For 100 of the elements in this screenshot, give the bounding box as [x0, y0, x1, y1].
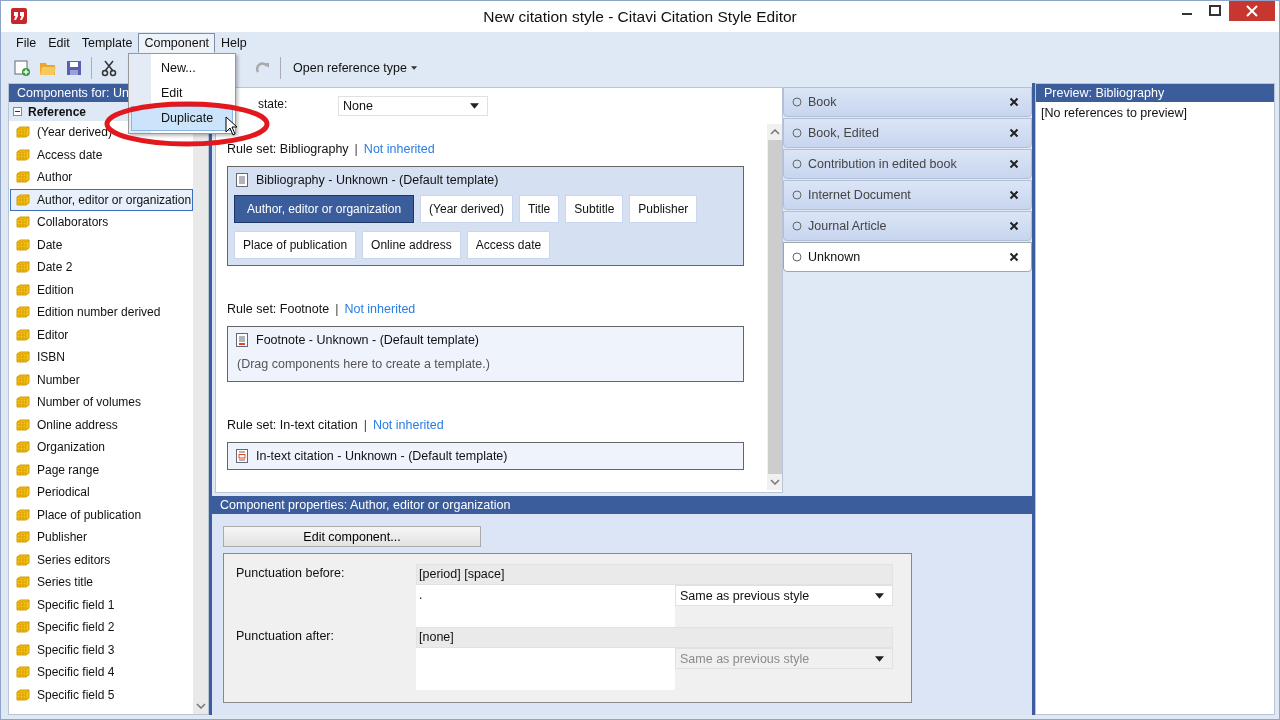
component-chip[interactable]: (Year derived): [420, 195, 514, 223]
new-document-icon[interactable]: [13, 59, 31, 77]
component-list-item[interactable]: Specific field 3: [10, 638, 193, 661]
cube-icon: [16, 643, 30, 656]
not-inherited-link[interactable]: Not inherited: [372, 418, 444, 432]
reference-type-tab[interactable]: Journal Article: [783, 211, 1032, 241]
punctuation-summary: [period] [space]: [416, 564, 893, 585]
close-icon[interactable]: [1009, 128, 1019, 138]
component-list-item[interactable]: Editor: [10, 323, 193, 346]
component-chip[interactable]: Title: [519, 195, 560, 223]
close-icon[interactable]: [1009, 159, 1019, 169]
caret-icon: [875, 592, 884, 599]
field-label: Punctuation after:: [236, 628, 335, 645]
menu-item[interactable]: File: [10, 32, 43, 53]
caret-icon: [470, 103, 479, 109]
document-icon: [236, 173, 248, 187]
component-list-item[interactable]: Organization: [10, 436, 193, 459]
template-title: Footnote - Unknown - (Default template): [256, 333, 480, 347]
cube-icon: [16, 508, 30, 521]
reference-type-tab[interactable]: Book, Edited: [783, 118, 1032, 148]
component-list-item[interactable]: Collaborators: [10, 211, 193, 234]
template-title: In-text citation - Unknown - (Default template): [256, 449, 508, 463]
not-inherited-link[interactable]: Not inherited: [363, 142, 435, 156]
component-list-item[interactable]: Edition number derived: [10, 301, 193, 324]
close-icon[interactable]: [1009, 221, 1019, 231]
cube-icon: [16, 486, 30, 499]
component-list-item[interactable]: Author, editor or organization: [10, 188, 193, 211]
open-reference-type-button[interactable]: Open reference type: [289, 59, 422, 77]
rule-set-title: Rule set: In-text citation: [227, 418, 358, 432]
reference-type-tab[interactable]: Unknown: [783, 242, 1032, 272]
component-chip[interactable]: Access date: [466, 231, 551, 259]
not-inherited-link[interactable]: Not inherited: [344, 302, 416, 316]
punctuation-input[interactable]: [416, 648, 675, 690]
radio-icon: [792, 159, 802, 169]
scroll-down-icon[interactable]: [769, 479, 780, 485]
scissors-icon[interactable]: [100, 59, 118, 77]
component-chip[interactable]: Place of publication: [234, 231, 357, 259]
component-list-item[interactable]: Publisher: [10, 526, 193, 549]
radio-icon: [792, 128, 802, 138]
menu-item[interactable]: Help: [215, 32, 253, 53]
close-icon[interactable]: [1009, 97, 1019, 107]
scroll-up-icon[interactable]: [769, 129, 780, 135]
component-list-item[interactable]: Series title: [10, 571, 193, 594]
component-list-item[interactable]: Page range: [10, 458, 193, 481]
rule-set-title: Rule set: Footnote: [227, 302, 330, 316]
component-list-item[interactable]: Specific field 5: [10, 683, 193, 706]
menu-item[interactable]: Template: [75, 32, 139, 53]
cube-icon: [16, 688, 30, 701]
component-list-item[interactable]: Online address: [10, 413, 193, 436]
menu-item[interactable]: Component: [138, 32, 216, 53]
component-list-item[interactable]: Date 2: [10, 256, 193, 279]
component-chip[interactable]: Author, editor or organization: [234, 195, 415, 223]
cube-icon: [16, 261, 30, 274]
radio-icon: [792, 190, 802, 200]
collapse-icon[interactable]: [13, 107, 22, 116]
component-list-item[interactable]: Place of publication: [10, 503, 193, 526]
component-list-item[interactable]: Date: [10, 233, 193, 256]
mouse-pointer-icon: [225, 116, 237, 136]
menu-item[interactable]: New...: [131, 56, 233, 81]
cube-icon: [16, 306, 30, 319]
field-label: state:: [258, 97, 289, 111]
edit-state-dropdown[interactable]: None: [338, 96, 488, 116]
component-chip[interactable]: Publisher: [629, 195, 698, 223]
component-list-item[interactable]: Number of volumes: [10, 391, 193, 414]
cube-icon: [16, 531, 30, 544]
app-logo-icon: [11, 8, 27, 24]
scroll-down-icon[interactable]: [195, 703, 206, 709]
component-chip[interactable]: Online address: [362, 231, 461, 259]
separator-text: |: [335, 302, 339, 316]
save-icon[interactable]: [65, 59, 83, 77]
close-icon[interactable]: [1009, 190, 1019, 200]
component-list-item[interactable]: Specific field 4: [10, 661, 193, 684]
radio-icon: [792, 221, 802, 231]
style-dropdown[interactable]: Same as previous style: [675, 585, 893, 606]
component-list-item[interactable]: ISBN: [10, 346, 193, 369]
cube-icon: [16, 621, 30, 634]
reference-type-tab[interactable]: Contribution in edited book: [783, 149, 1032, 179]
component-chip[interactable]: Subtitle: [565, 195, 624, 223]
component-list-item[interactable]: Access date: [10, 143, 193, 166]
component-list-item[interactable]: Periodical: [10, 481, 193, 504]
component-list-item[interactable]: Edition: [10, 278, 193, 301]
reference-type-tab[interactable]: Internet Document: [783, 180, 1032, 210]
document-icon: [236, 333, 248, 347]
component-list-item[interactable]: Author: [10, 166, 193, 189]
cube-icon: [16, 351, 30, 364]
field-label: Punctuation before:: [236, 565, 346, 582]
punctuation-input[interactable]: .: [416, 585, 675, 627]
menu-item[interactable]: Edit: [42, 32, 76, 53]
component-list-item[interactable]: Specific field 2: [10, 616, 193, 639]
cube-icon: [16, 598, 30, 611]
scrollbar-thumb[interactable]: [767, 140, 782, 474]
cube-icon: [16, 666, 30, 679]
radio-icon: [792, 252, 802, 262]
separator-text: |: [354, 142, 358, 156]
component-list-item[interactable]: Specific field 1: [10, 593, 193, 616]
edit-component-button[interactable]: Edit component...: [223, 526, 481, 547]
close-icon[interactable]: [1009, 252, 1019, 262]
component-list-item[interactable]: Number: [10, 368, 193, 391]
reference-type-tab[interactable]: Book: [783, 87, 1032, 117]
component-list-item[interactable]: Series editors: [10, 548, 193, 571]
